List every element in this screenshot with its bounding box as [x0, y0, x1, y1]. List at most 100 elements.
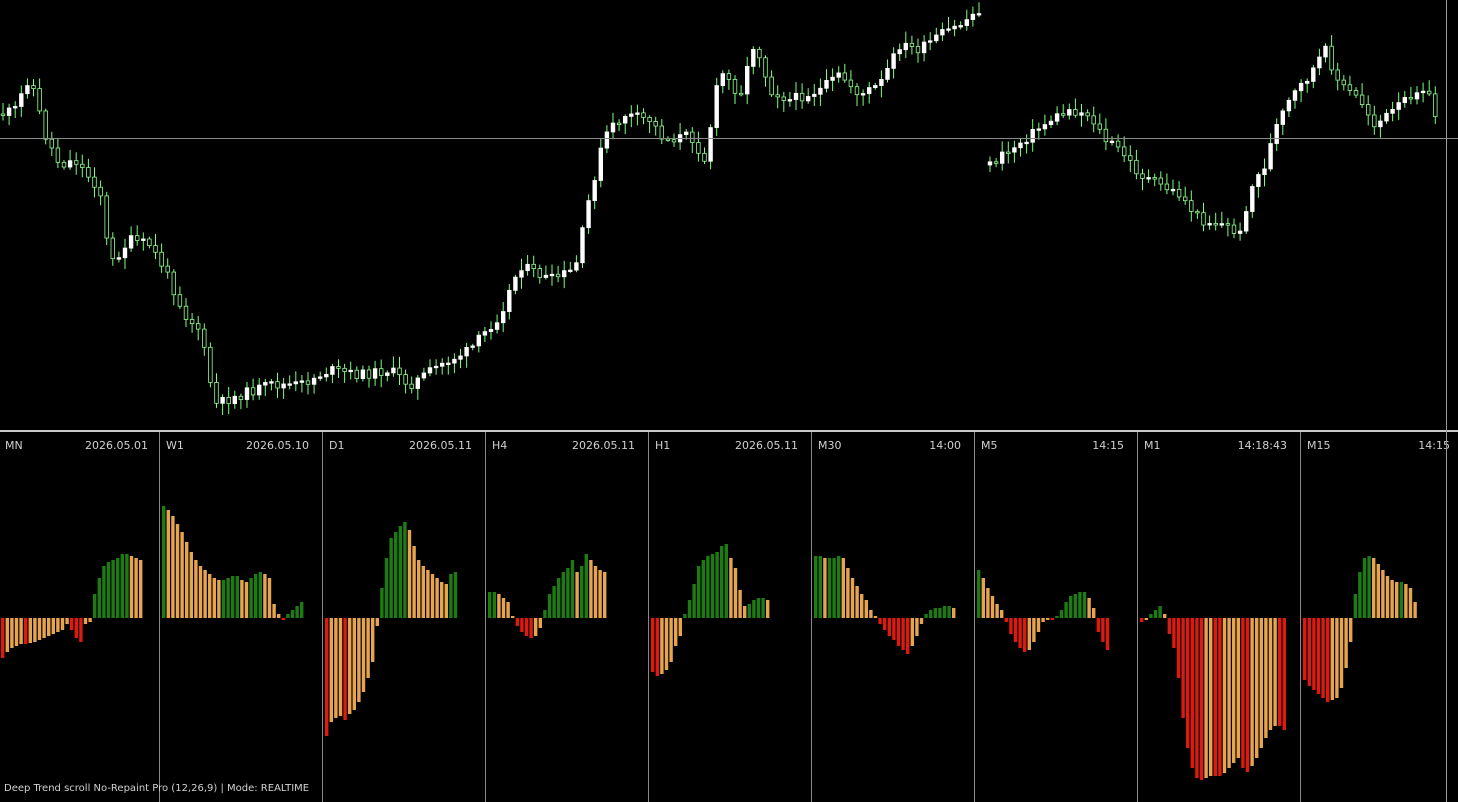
hist-bar-28	[1105, 618, 1110, 650]
hist-bar-15	[394, 532, 398, 618]
candle-65	[397, 356, 402, 385]
hist-bar-29	[947, 606, 951, 618]
hist-bar-9	[1018, 618, 1022, 648]
hist-bar-21	[97, 578, 101, 618]
candle-194	[1189, 190, 1194, 222]
hist-bar-16	[398, 526, 402, 618]
hist-bar-7	[683, 614, 687, 618]
candle-57	[348, 361, 353, 380]
candle-156	[952, 19, 957, 37]
hist-bar-28	[129, 556, 134, 618]
hist-bar-11	[51, 618, 55, 634]
hist-bar-4	[343, 618, 347, 720]
candle-31	[189, 313, 195, 333]
panel-separator[interactable]	[485, 432, 486, 802]
hist-bar-23	[430, 574, 435, 618]
panel-separator[interactable]	[811, 432, 812, 802]
hist-bar-9	[855, 586, 859, 618]
candle-106	[647, 115, 652, 134]
hist-bar-20	[254, 574, 258, 618]
candle-114	[696, 131, 701, 162]
candle-102	[623, 114, 628, 135]
candle-200	[1225, 217, 1231, 237]
candle-201	[1231, 218, 1237, 239]
candle-63	[385, 370, 390, 382]
hist-bar-1	[1144, 618, 1148, 620]
candle-118	[720, 70, 725, 94]
hist-bar-20	[1232, 618, 1236, 763]
hist-bar-0	[325, 618, 329, 736]
candle-38	[232, 390, 237, 409]
candle-227	[1390, 101, 1395, 122]
candle-99	[604, 125, 610, 154]
hist-bar-10	[371, 618, 375, 662]
hist-bar-9	[203, 570, 207, 618]
hist-bar-22	[1241, 618, 1245, 768]
panel-separator[interactable]	[1300, 432, 1301, 802]
candle-62	[378, 359, 384, 388]
candle-6	[37, 78, 42, 115]
hist-bar-21	[1399, 582, 1403, 618]
candle-117	[714, 77, 719, 136]
candle-223	[1366, 95, 1371, 126]
hist-bar-28	[290, 610, 295, 618]
hist-bar-8	[524, 618, 529, 636]
candle-35	[214, 373, 219, 408]
hist-bar-24	[272, 604, 276, 618]
candle-233	[1427, 80, 1432, 97]
hist-bar-8	[687, 600, 692, 618]
candle-232	[1420, 82, 1426, 103]
panel-separator[interactable]	[1137, 432, 1138, 802]
hist-bar-27	[449, 574, 453, 618]
hist-bar-16	[724, 544, 728, 618]
candle-134	[818, 78, 823, 107]
candle-204	[1250, 184, 1255, 218]
candle-15	[92, 167, 97, 198]
hist-bar-7	[357, 618, 361, 702]
candle-49	[299, 375, 305, 393]
panel-separator[interactable]	[159, 432, 160, 802]
panel-separator[interactable]	[974, 432, 975, 802]
candle-149	[909, 35, 915, 55]
hist-bar-5	[185, 542, 189, 618]
hist-bar-30	[139, 560, 143, 618]
hist-bar-21	[910, 618, 914, 646]
candle-52	[317, 371, 323, 382]
candle-74	[452, 353, 457, 374]
candle-121	[738, 85, 744, 97]
hist-bar-7	[520, 618, 524, 632]
hist-bar-23	[756, 598, 761, 618]
hist-bar-3	[501, 598, 506, 618]
panel-separator[interactable]	[322, 432, 323, 802]
candle-18	[110, 232, 115, 266]
price-level-line[interactable]	[0, 138, 1458, 139]
hist-bar-13	[710, 554, 715, 618]
hist-bar-19	[1390, 580, 1394, 618]
hist-bar-6	[841, 558, 845, 618]
panel-separator[interactable]	[648, 432, 649, 802]
hist-bar-10	[1349, 618, 1353, 642]
candle-224	[1372, 105, 1377, 135]
hist-bar-11	[375, 618, 379, 626]
hist-bar-18	[1385, 576, 1390, 618]
hist-bar-23	[919, 618, 924, 624]
candle-23	[141, 232, 146, 251]
candle-26	[159, 243, 164, 273]
hist-bar-2	[986, 588, 990, 618]
hist-bar-7	[1009, 618, 1013, 634]
hist-bar-27	[125, 554, 129, 618]
hist-bar-8	[1339, 618, 1344, 688]
price-candlestick-chart[interactable]	[0, 0, 1458, 430]
candle-162	[993, 158, 999, 168]
hist-bar-22	[1404, 584, 1408, 618]
panel-m30: M30 14:00	[813, 432, 973, 802]
hist-bar-26	[1259, 618, 1263, 748]
candle-145	[885, 59, 890, 83]
candle-148	[903, 31, 908, 59]
hist-bar-17	[79, 618, 83, 642]
candle-51	[311, 374, 317, 394]
hist-bar-18	[244, 582, 249, 618]
candle-177	[1085, 109, 1090, 122]
candle-70	[427, 359, 433, 377]
candle-192	[1176, 181, 1182, 202]
